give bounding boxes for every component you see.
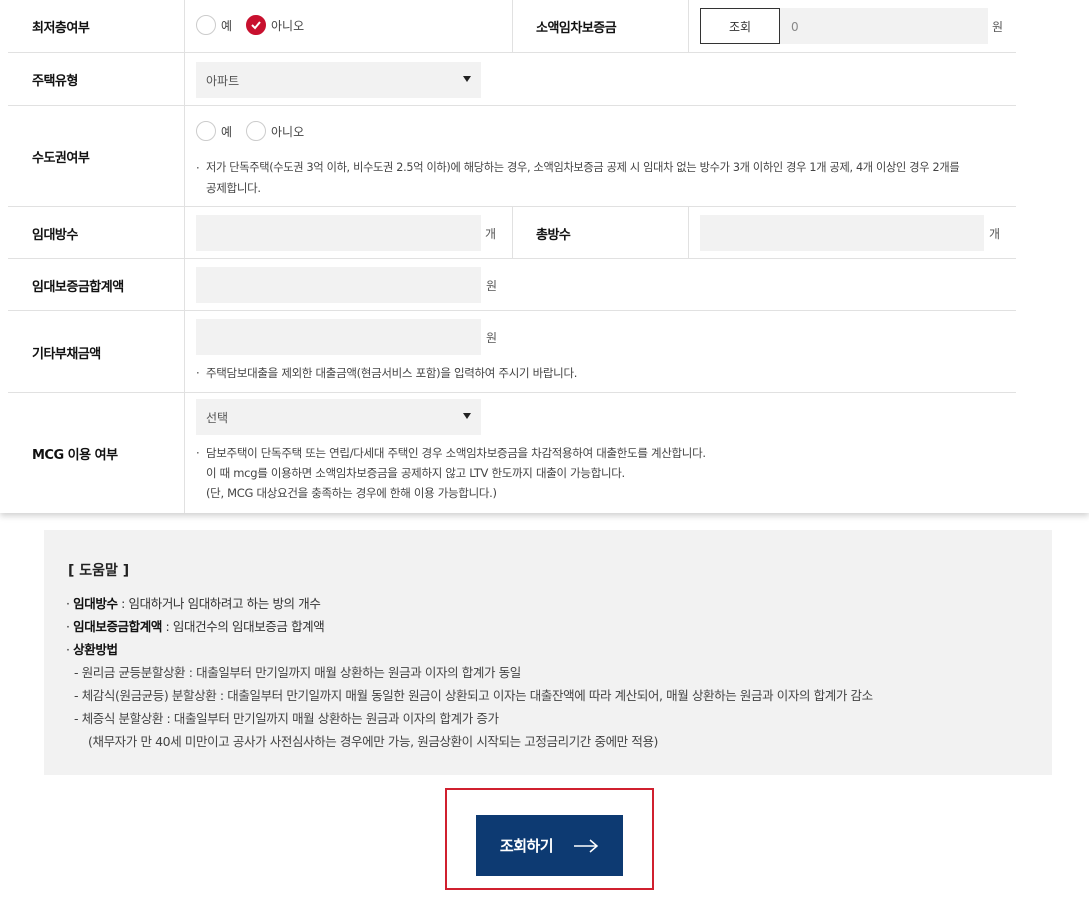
bullet-icon: · [66,619,70,634]
dash-icon: - [74,665,82,680]
row-other-debt: 기타부채금액 원 · 주택담보대출을 제외한 대출금액(현금서비스 포함)을 입… [8,311,1016,393]
mcg-note-line3: (단, MCG 대상요건을 충족하는 경우에 한해 이용 가능합니다.) [206,486,497,500]
capital-area-yes-label: 예 [221,124,233,139]
mcg-note-line1: 담보주택이 단독주택 또는 연립/다세대 주택인 경우 소액임차보증금을 차감적… [206,446,706,460]
total-rooms-unit: 개 [989,227,1001,241]
row-capital-area: 수도권여부 예 아니오 · 저가 단독주택(수도권 3억 이하, 비수도권 2.… [8,106,1016,207]
house-type-label: 주택유형 [32,74,78,89]
help-desc: : 임대하거나 임대하려고 하는 방의 개수 [117,596,321,611]
mcg-note-line2: 이 때 mcg를 이용하면 소액임차보증금을 공제하지 않고 LTV 한도까지 … [206,466,625,480]
capital-area-note-line2: 공제합니다. [206,181,261,195]
small-deposit-lookup-button[interactable]: 조회 [700,8,780,44]
help-sub-text: 원리금 균등분할상환 : 대출일부터 만기일까지 매월 상환하는 원금과 이자의… [81,665,522,680]
bullet-icon: · [66,596,70,611]
other-debt-note: · 주택담보대출을 제외한 대출금액(현금서비스 포함)을 입력하여 주시기 바… [196,363,896,383]
radio-unchecked-icon [246,121,266,141]
help-item-rented-rooms: · 임대방수 : 임대하거나 임대하려고 하는 방의 개수 [66,593,321,612]
help-term: 임대보증금합계액 [73,619,162,634]
capital-area-yes-radio[interactable]: 예 [196,121,232,141]
radio-unchecked-icon [196,121,216,141]
help-box: [ 도움말 ] · 임대방수 : 임대하거나 임대하려고 하는 방의 개수 · … [44,530,1052,775]
rented-rooms-input[interactable] [196,215,481,251]
bullet-icon: · [196,446,200,460]
small-deposit-field[interactable]: 0 [780,8,988,44]
bullet-icon: · [196,366,200,380]
check-icon [246,15,266,35]
help-sub-item: - 체감식(원금균등) 분할상환 : 대출일부터 만기일까지 매월 동일한 원금… [74,685,873,704]
radio-unchecked-icon [196,15,216,35]
rented-rooms-unit: 개 [485,227,497,241]
rented-rooms-label: 임대방수 [32,228,78,243]
lowest-floor-yes-radio[interactable]: 예 [196,15,232,35]
capital-area-note-line1: 저가 단독주택(수도권 3억 이하, 비수도권 2.5억 이하)에 해당하는 경… [206,161,960,174]
mcg-label: MCG 이용 여부 [32,448,118,463]
help-term: 상환방법 [73,642,118,657]
help-sub-item: - 원리금 균등분할상환 : 대출일부터 만기일까지 매월 상환하는 원금과 이… [74,662,521,681]
help-desc: : 임대건수의 임대보증금 합계액 [161,619,325,634]
other-debt-input[interactable] [196,319,481,355]
mcg-select[interactable]: 선택 [196,399,481,435]
row-mcg: MCG 이용 여부 선택 · 담보주택이 단독주택 또는 연립/다세대 주택인 … [8,393,1016,513]
submit-button[interactable]: 조회하기 [476,815,623,876]
house-type-value: 아파트 [206,73,240,88]
row-house-type: 주택유형 아파트 [8,53,1016,106]
small-deposit-label: 소액임차보증금 [536,21,617,36]
dash-icon: - [74,688,82,703]
lowest-floor-no-label: 아니오 [271,18,305,33]
dropdown-caret-icon [463,76,471,82]
other-debt-note-text: 주택담보대출을 제외한 대출금액(현금서비스 포함)을 입력하여 주시기 바랍니… [206,366,578,380]
submit-button-label: 조회하기 [499,837,554,855]
mcg-value: 선택 [206,410,229,425]
other-debt-unit: 원 [486,331,498,345]
lowest-floor-label: 최저층여부 [32,21,90,36]
total-rooms-label: 총방수 [536,228,571,243]
help-sub-text: 체증식 분할상환 : 대출일부터 만기일까지 매월 상환하는 원금과 이자의 합… [81,711,499,726]
help-title: [ 도움말 ] [68,563,130,579]
mcg-note: · 담보주택이 단독주택 또는 연립/다세대 주택인 경우 소액임차보증금을 차… [196,443,1006,503]
help-sub-text: 체감식(원금균등) 분할상환 : 대출일부터 만기일까지 매월 동일한 원금이 … [81,688,873,703]
row-deposit-total: 임대보증금합계액 원 [8,259,1016,311]
help-sub-item: (채무자가 만 40세 미만이고 공사가 사전심사하는 경우에만 가능, 원금상… [88,731,658,750]
deposit-total-input[interactable] [196,267,481,303]
help-term: 임대방수 [73,596,118,611]
bullet-icon: · [196,161,200,175]
bullet-icon: · [66,642,70,657]
capital-area-note: · 저가 단독주택(수도권 3억 이하, 비수도권 2.5억 이하)에 해당하는… [196,158,1011,198]
help-item-deposit-total: · 임대보증금합계액 : 임대건수의 임대보증금 합계액 [66,616,325,635]
row-rooms: 임대방수 개 총방수 개 [8,207,1016,259]
capital-area-label: 수도권여부 [32,151,90,166]
capital-area-no-radio[interactable]: 아니오 [246,121,304,141]
dropdown-caret-icon [463,413,471,419]
house-type-select[interactable]: 아파트 [196,62,481,98]
lookup-button-label: 조회 [728,19,752,34]
row-lowest-floor: 최저층여부 예 아니오 소액임차보증금 조회 0 원 [8,0,1016,53]
loan-form-panel: 최저층여부 예 아니오 소액임차보증금 조회 0 원 주택유형 아파트 수도권여… [0,0,1089,513]
capital-area-no-label: 아니오 [271,124,305,139]
help-sub-item: - 체증식 분할상환 : 대출일부터 만기일까지 매월 상환하는 원금과 이자의… [74,708,499,727]
dash-icon: - [74,711,82,726]
other-debt-label: 기타부채금액 [32,347,101,362]
help-sub-text: (채무자가 만 40세 미만이고 공사가 사전심사하는 경우에만 가능, 원금상… [88,734,659,749]
arrow-right-icon [574,838,599,853]
small-deposit-unit: 원 [992,20,1004,34]
small-deposit-value: 0 [791,20,799,34]
help-item-repayment: · 상환방법 [66,639,118,658]
lowest-floor-yes-label: 예 [221,18,233,33]
lowest-floor-no-radio[interactable]: 아니오 [246,15,304,35]
deposit-total-label: 임대보증금합계액 [32,280,124,295]
deposit-total-unit: 원 [486,279,498,293]
total-rooms-input[interactable] [700,215,984,251]
